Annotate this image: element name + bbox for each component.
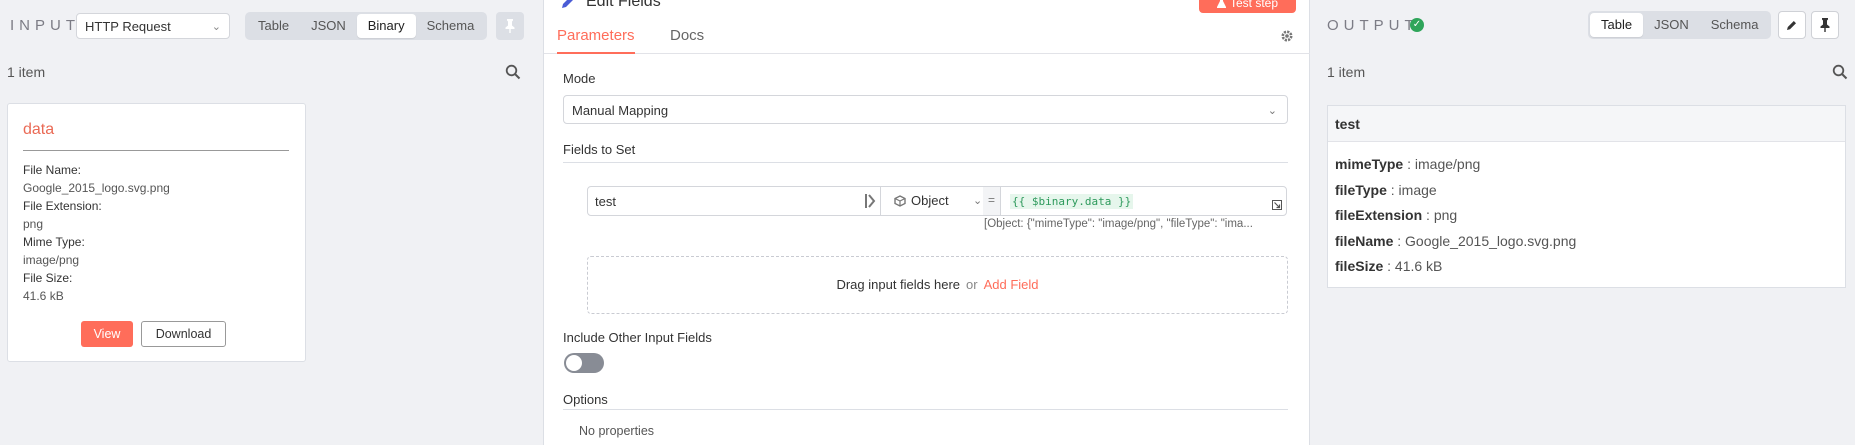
output-title: OUTPUT (1327, 17, 1419, 34)
output-view-json[interactable]: JSON (1643, 13, 1700, 37)
file-extension-label: File Extension: (23, 199, 102, 213)
output-value: image/png (1414, 156, 1481, 172)
field-assignment-row: test Object ⌄ = {{ $binary.data }} (587, 186, 1287, 216)
file-extension-value: png (23, 217, 44, 231)
output-row: fileName : Google_2015_logo.svg.png (1335, 232, 1577, 249)
output-value: image (1398, 181, 1437, 198)
output-key: fileName (1335, 232, 1394, 249)
output-cell: mimeType : image/png fileType : image fi… (1335, 152, 1576, 280)
file-size-label: File Size: (23, 271, 73, 285)
output-key: mimeType (1335, 156, 1404, 172)
download-button[interactable]: Download (141, 321, 226, 347)
output-key: fileType (1335, 181, 1387, 198)
drop-hint: Drag input fields here (836, 277, 961, 292)
output-table: test mimeType : image/png fileType : ima… (1327, 105, 1846, 288)
pencil-icon (1787, 21, 1796, 30)
check-circle-icon: ✓ (1410, 18, 1424, 32)
output-view-switcher: Table JSON Schema (1588, 11, 1772, 39)
input-item-count: 1 item (7, 64, 46, 80)
field-type-value: Object (911, 193, 949, 208)
input-pin-button[interactable] (496, 12, 524, 40)
field-name-input[interactable]: test (595, 194, 616, 209)
view-button[interactable]: View (81, 321, 133, 347)
input-view-json[interactable]: JSON (300, 14, 357, 38)
cube-icon (894, 195, 906, 207)
output-item-count: 1 item (1327, 64, 1366, 80)
input-view-table[interactable]: Table (247, 14, 300, 38)
divider (23, 150, 289, 151)
chevron-down-icon: ⌄ (211, 21, 221, 33)
output-pin-button[interactable] (1811, 11, 1839, 39)
file-size-value: 41.6 kB (23, 289, 64, 303)
tab-docs[interactable]: Docs (670, 27, 704, 54)
node-parameters-panel: Edit Fields Test step Parameters Docs Mo… (543, 0, 1311, 445)
output-row: mimeType : image/png (1335, 156, 1481, 172)
fields-to-set-label: Fields to Set (563, 142, 636, 157)
node-title[interactable]: Edit Fields (586, 0, 661, 11)
test-step-button[interactable]: Test step (1199, 0, 1296, 13)
gear-icon[interactable] (1280, 29, 1294, 43)
flask-icon (1216, 0, 1226, 8)
output-panel: OUTPUT ✓ Table JSON Schema 1 item test m… (1310, 0, 1855, 445)
input-node-select-value: HTTP Request (85, 19, 171, 34)
file-name-label: File Name: (23, 163, 82, 177)
edit-output-button[interactable] (1778, 11, 1806, 39)
include-other-fields-toggle[interactable] (564, 353, 604, 373)
output-row: fileType : image (1335, 181, 1437, 198)
expression-value[interactable]: {{ $binary.data }} (1010, 194, 1134, 209)
pencil-icon (562, 0, 573, 8)
toggle-knob (566, 355, 582, 371)
expand-icon[interactable] (1272, 200, 1282, 210)
mime-type-label: Mime Type: (23, 235, 85, 249)
output-view-schema[interactable]: Schema (1700, 13, 1770, 37)
divider (880, 187, 881, 215)
file-name-value: Google_2015_logo.svg.png (23, 181, 170, 195)
no-properties-text: No properties (579, 424, 655, 438)
output-row: fileExtension : png (1335, 207, 1458, 224)
add-field-link[interactable]: Add Field (984, 277, 1039, 292)
output-column-header: test (1328, 106, 1845, 142)
include-other-fields-label: Include Other Input Fields (563, 330, 712, 345)
mapping-icon[interactable] (864, 193, 876, 209)
input-node-select[interactable]: HTTP Request ⌄ (76, 13, 230, 39)
input-view-schema[interactable]: Schema (416, 14, 486, 38)
input-view-switcher: Table JSON Binary Schema (245, 12, 488, 40)
search-icon[interactable] (1832, 64, 1848, 80)
output-value: Google_2015_logo.svg.png (1405, 232, 1577, 249)
input-view-binary[interactable]: Binary (356, 14, 416, 38)
mode-select[interactable]: Manual Mapping ⌄ (563, 95, 1288, 124)
chevron-down-icon: ⌄ (973, 195, 983, 207)
output-key: fileSize (1335, 258, 1384, 275)
output-key: fileExtension (1335, 207, 1423, 224)
tab-parameters[interactable]: Parameters (557, 27, 635, 54)
input-panel: INPUT HTTP Request ⌄ Table JSON Binary S… (0, 0, 543, 445)
options-label: Options (563, 392, 608, 407)
expression-result-preview: [Object: {"mimeType": "image/png", "file… (984, 218, 1253, 230)
binary-data-card: data File Name: Google_2015_logo.svg.png… (7, 103, 306, 362)
node-tabs: Parameters Docs (544, 25, 1311, 54)
output-value: png (1433, 207, 1458, 224)
mode-label: Mode (563, 71, 596, 86)
field-drop-zone[interactable]: Drag input fields here or Add Field (587, 256, 1288, 314)
divider (563, 409, 1288, 410)
output-view-table[interactable]: Table (1590, 13, 1644, 37)
binary-property-name: data (23, 121, 55, 138)
drop-or: or (966, 277, 978, 292)
chevron-down-icon: ⌄ (1267, 105, 1277, 117)
divider (563, 162, 1288, 163)
pin-icon (505, 19, 515, 33)
binary-metadata: File Name: Google_2015_logo.svg.png File… (23, 161, 170, 305)
input-title: INPUT (10, 17, 80, 34)
pin-icon (1820, 18, 1830, 32)
expression-operator: = (983, 187, 1001, 215)
mode-select-value: Manual Mapping (572, 103, 669, 118)
output-row: fileSize : 41.6 kB (1335, 258, 1443, 275)
test-step-label: Test step (1229, 0, 1279, 10)
mime-type-value: image/png (23, 253, 80, 267)
output-value: 41.6 kB (1394, 258, 1443, 275)
search-icon[interactable] (505, 64, 521, 80)
